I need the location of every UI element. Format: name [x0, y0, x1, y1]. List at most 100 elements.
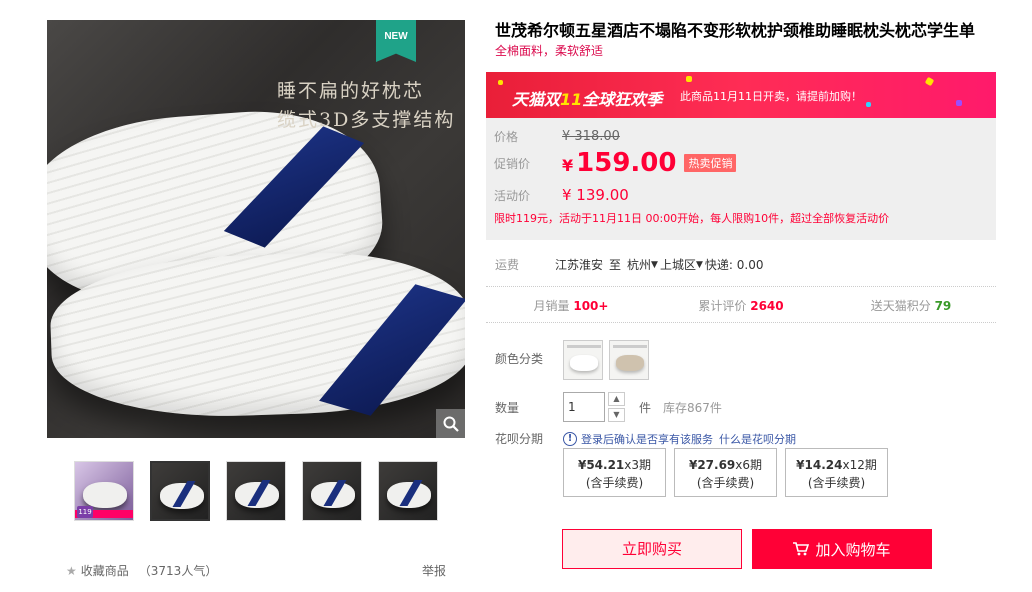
promo-label: 促销价 — [494, 156, 531, 171]
plan-term: x3期 — [624, 458, 652, 472]
divider — [486, 322, 996, 323]
original-price: ¥ 318.00 — [562, 129, 620, 144]
thumbnail-price-badge: 119 — [77, 506, 93, 518]
event-note: 限时119元，活动于11月11日 00:00开始，每人限购10件，超过全部恢复活… — [494, 212, 890, 225]
event-label: 活动价 — [494, 188, 531, 203]
stats-row: 月销量 100+ 累计评价 2640 送天猫积分 79 — [486, 297, 996, 314]
color-option-white[interactable] — [563, 340, 603, 380]
color-label: 颜色分类 — [495, 352, 544, 366]
reviews-label: 累计评价 — [698, 299, 747, 313]
thumbnail-4[interactable] — [302, 461, 362, 521]
logo-part-2: 11 — [560, 90, 583, 109]
shipping-row: 运费 江苏淮安 至 杭州 ▼ 上城区 ▼ 快递: 0.00 — [495, 256, 763, 273]
favorite-count: （3713人气） — [138, 564, 218, 578]
quantity-row: 数量 1 ▲ ▼ 件 库存867件 — [495, 392, 722, 422]
double11-logo: 天猫双11全球狂欢季 — [512, 86, 662, 110]
quantity-stepper: ▲ ▼ — [608, 392, 625, 422]
quantity-unit: 件 — [639, 400, 652, 415]
product-title: 世茂希尔顿五星酒店不塌陷不变形软枕护颈椎助睡眠枕头枕芯学生单 — [495, 21, 976, 40]
logo-part-1: 天猫双 — [512, 90, 561, 109]
installment-notice: ! 登录后确认是否享有该服务 什么是花呗分期 — [563, 431, 796, 447]
promo-message: 此商品11月11日开卖，请提前加购！ — [680, 90, 862, 103]
thumbnail-2[interactable] — [150, 461, 210, 521]
installment-plan-12[interactable]: ¥14.24x12期 (含手续费) — [785, 448, 888, 497]
installment-label: 花呗分期 — [495, 432, 544, 446]
shipping-label: 运费 — [495, 258, 520, 272]
promo-banner: 天猫双11全球狂欢季 此商品11月11日开卖，请提前加购！ — [486, 72, 996, 118]
buy-now-button[interactable]: 立即购买 — [562, 529, 742, 569]
decrease-button[interactable]: ▼ — [608, 408, 625, 422]
review-count[interactable]: 累计评价 2640 — [656, 297, 826, 314]
color-option-beige[interactable] — [609, 340, 649, 380]
report-link[interactable]: 举报 — [422, 562, 446, 579]
main-product-image[interactable]: 睡不扁的好枕芯 缆式3D多支撑结构 — [47, 20, 465, 438]
express-fee: 快递: 0.00 — [704, 258, 764, 272]
add-to-cart-button[interactable]: 加入购物车 — [752, 529, 932, 569]
event-price-row: 活动价 ¥ 139.00 — [494, 186, 629, 204]
plan-fee: (含手续费) — [585, 476, 644, 490]
confetti — [924, 76, 935, 87]
original-price-row: 价格 ¥ 318.00 — [494, 128, 620, 145]
quantity-input[interactable]: 1 — [563, 392, 605, 422]
points-value: 79 — [934, 299, 952, 313]
shipping-origin: 江苏淮安 — [555, 258, 604, 272]
confetti — [956, 100, 962, 106]
cart-icon — [793, 542, 810, 556]
zoom-button[interactable] — [436, 409, 465, 438]
favorite-row: ★ 收藏商品 （3713人气） 举报 — [66, 562, 446, 579]
product-subtitle: 全棉面料，柔软舒适 — [495, 44, 604, 58]
installment-plan-6[interactable]: ¥27.69x6期 (含手续费) — [674, 448, 777, 497]
plan-fee: (含手续费) — [807, 476, 866, 490]
monthly-sales: 月销量 100+ — [486, 297, 656, 314]
price-box: 价格 ¥ 318.00 促销价 ¥ 159.00 热卖促销 活动价 ¥ 139.… — [486, 118, 996, 240]
logo-part-3: 全球狂欢季 — [582, 90, 663, 109]
login-confirm-link[interactable]: 登录后确认是否享有该服务 — [581, 431, 713, 447]
installment-row: 花呗分期 ! 登录后确认是否享有该服务 什么是花呗分期 — [495, 430, 796, 447]
divider — [486, 286, 996, 287]
star-icon[interactable]: ★ — [66, 564, 77, 578]
plan-term: x12期 — [842, 458, 877, 472]
price-label: 价格 — [494, 130, 519, 144]
thumbnail-pillow — [83, 482, 127, 508]
stock-count: 库存867件 — [663, 400, 722, 415]
district-selector[interactable]: 上城区 — [660, 256, 696, 273]
thumbnail-3[interactable] — [226, 461, 286, 521]
promo-price-value: 159.00 — [576, 148, 677, 178]
swatch-detail — [613, 345, 647, 348]
currency-symbol: ¥ — [562, 156, 574, 175]
thumbnail-5[interactable] — [378, 461, 438, 521]
hot-sale-tag: 热卖促销 — [684, 154, 737, 172]
plan-amount: ¥54.21 — [577, 458, 625, 472]
monthly-sales-value: 100+ — [573, 299, 609, 313]
shipping-to: 至 — [609, 258, 622, 272]
promo-price: ¥ 159.00 — [562, 148, 676, 178]
info-icon: ! — [563, 431, 577, 446]
increase-button[interactable]: ▲ — [608, 392, 625, 406]
search-icon — [443, 416, 459, 432]
promo-price-row: 促销价 ¥ 159.00 热卖促销 — [494, 148, 737, 178]
swatch-pillow — [570, 355, 598, 371]
color-row: 颜色分类 — [495, 340, 655, 380]
installment-plans: ¥54.21x3期 (含手续费) ¥27.69x6期 (含手续费) ¥14.24… — [563, 448, 888, 497]
image-tagline: 睡不扁的好枕芯 缆式3D多支撑结构 — [277, 77, 455, 135]
confetti — [866, 102, 871, 107]
thumbnail-strip: 119 — [74, 461, 438, 521]
favorite-button[interactable]: 收藏商品 — [81, 562, 129, 579]
reviews-value: 2640 — [750, 299, 784, 313]
confetti — [498, 80, 503, 85]
points-label: 送天猫积分 — [870, 299, 931, 313]
tmall-points: 送天猫积分 79 — [826, 297, 996, 314]
confetti — [686, 76, 692, 82]
plan-fee: (含手续费) — [696, 476, 755, 490]
city-selector[interactable]: 杭州 — [627, 256, 651, 273]
plan-amount: ¥27.69 — [688, 458, 736, 472]
installment-plan-3[interactable]: ¥54.21x3期 (含手续费) — [563, 448, 666, 497]
swatch-detail — [567, 345, 601, 348]
what-is-huabei-link[interactable]: 什么是花呗分期 — [719, 431, 796, 447]
swatch-pillow — [616, 355, 644, 371]
quantity-label: 数量 — [495, 400, 520, 415]
tagline-line-2: 缆式3D多支撑结构 — [277, 109, 456, 131]
chevron-down-icon[interactable]: ▼ — [651, 260, 658, 270]
thumbnail-1[interactable]: 119 — [74, 461, 134, 521]
chevron-down-icon[interactable]: ▼ — [696, 260, 703, 270]
